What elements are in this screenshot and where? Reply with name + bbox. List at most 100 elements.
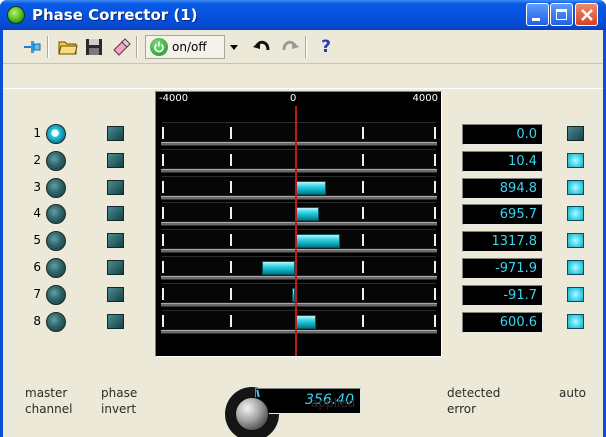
open-folder-icon <box>58 41 78 55</box>
save-button[interactable] <box>83 36 105 58</box>
detected-error-value: 1317.8 <box>462 231 543 253</box>
auto-label: auto <box>559 386 587 400</box>
meter-tick <box>362 314 364 327</box>
phase-invert-toggle[interactable] <box>107 286 124 302</box>
phase-invert-toggle[interactable] <box>107 260 124 275</box>
channel-row: 6 <box>3 258 148 278</box>
detected-error-value: -91.7 <box>462 284 543 306</box>
pin-icon <box>24 41 41 53</box>
detected-error-value: 600.6 <box>462 311 543 333</box>
channel-row: 4 <box>3 204 148 225</box>
meter-tick <box>434 153 436 166</box>
auto-toggle[interactable] <box>567 152 584 168</box>
phase-invert-toggle[interactable] <box>107 313 124 329</box>
maximize-button[interactable] <box>550 3 573 26</box>
detected-error-value: 10.4 <box>462 150 543 172</box>
channel-number: 4 <box>33 206 41 221</box>
window-title: Phase Corrector (1) <box>32 6 198 24</box>
meter-rail <box>161 302 437 307</box>
meter-track <box>162 175 436 196</box>
zero-line <box>295 106 297 356</box>
master-channel-radio[interactable] <box>46 231 66 252</box>
channel-number: 3 <box>33 179 41 194</box>
phase-invert-toggle[interactable] <box>107 152 124 168</box>
onoff-dropdown[interactable] <box>227 36 241 58</box>
auto-toggle[interactable] <box>567 260 584 275</box>
onoff-label: on/off <box>172 40 207 54</box>
auto-toggle[interactable] <box>567 286 584 302</box>
minimize-button[interactable] <box>526 3 549 26</box>
meter-tick <box>230 127 232 139</box>
meter-tick <box>230 234 232 247</box>
auto-toggle[interactable] <box>567 206 584 222</box>
meter-track <box>162 148 436 169</box>
master-channel-radio[interactable] <box>46 311 66 332</box>
meter-tick <box>434 314 436 327</box>
phase-invert-toggle[interactable] <box>107 126 124 141</box>
master-channel-label: master channel <box>25 386 73 416</box>
client-area: on/off ? 12345678 -4000 0 4000 0.0 10.4 … <box>3 30 603 437</box>
master-channel-radio[interactable] <box>46 124 66 144</box>
master-channel-radio[interactable] <box>46 177 66 198</box>
master-channel-radio[interactable] <box>46 284 66 305</box>
channel-row: 5 <box>3 231 148 252</box>
detected-error-value: 0.0 <box>462 124 543 145</box>
phase-invert-toggle[interactable] <box>107 233 124 249</box>
auto-toggle[interactable] <box>567 313 584 329</box>
channel-number: 1 <box>33 126 41 140</box>
scale-max-label: 4000 <box>412 93 438 104</box>
meter-tick <box>230 261 232 273</box>
meter-tick <box>162 127 164 139</box>
redo-button[interactable] <box>279 36 301 58</box>
toolbar-separator <box>136 36 138 58</box>
meter-tick <box>230 314 232 327</box>
meter-tick <box>362 180 364 193</box>
channel-row: 7 <box>3 284 148 305</box>
meter-rail <box>161 249 437 254</box>
master-channel-radio[interactable] <box>46 258 66 278</box>
auto-toggle[interactable] <box>567 233 584 249</box>
applied-knob[interactable] <box>235 397 269 431</box>
master-channel-radio[interactable] <box>46 150 66 171</box>
meter-rail <box>161 276 437 280</box>
meter-tick <box>362 207 364 220</box>
applied-bar <box>261 261 295 275</box>
close-button[interactable] <box>575 3 598 26</box>
open-button[interactable] <box>57 36 79 58</box>
meter-tick <box>434 287 436 300</box>
meter-tick <box>162 261 164 273</box>
meter-tick <box>362 261 364 273</box>
undo-icon <box>253 40 270 51</box>
meter-tick <box>162 234 164 247</box>
meter-tick <box>362 153 364 166</box>
meter-tick <box>434 180 436 193</box>
auto-toggle[interactable] <box>567 179 584 195</box>
meter-tick <box>434 127 436 139</box>
pin-button[interactable] <box>21 36 43 58</box>
applied-bar <box>295 234 341 249</box>
undo-button[interactable] <box>251 36 273 58</box>
phase-invert-toggle[interactable] <box>107 206 124 222</box>
applied-bar <box>295 180 326 195</box>
main-panel: 1 2 3 4 5 6 7 8 -4000 0 4000 0.0 10.4 894.8 695.7 1… <box>3 88 603 437</box>
meter-track <box>162 122 436 142</box>
minimize-icon <box>532 18 540 21</box>
meter-rail <box>161 142 437 146</box>
auto-toggle[interactable] <box>567 126 584 141</box>
master-channel-radio[interactable] <box>46 204 66 225</box>
meter-tick <box>162 180 164 193</box>
toolbar-separator <box>47 36 49 58</box>
meter-tick <box>230 207 232 220</box>
onoff-toggle[interactable]: on/off <box>145 35 225 59</box>
toolbar: on/off ? <box>3 30 603 64</box>
dropdown-arrow-icon <box>230 44 238 50</box>
help-button[interactable]: ? <box>315 36 337 58</box>
meter-rail <box>161 168 437 173</box>
meter-track <box>162 202 436 223</box>
title-bar[interactable]: Phase Corrector (1) <box>0 0 606 30</box>
window-frame: Phase Corrector (1) on/off ? 1 2 3 4 5 6… <box>0 0 606 437</box>
clear-button[interactable] <box>110 36 132 58</box>
phase-invert-toggle[interactable] <box>107 179 124 195</box>
meter-tick <box>230 153 232 166</box>
detected-error-label: detected error <box>447 386 501 416</box>
